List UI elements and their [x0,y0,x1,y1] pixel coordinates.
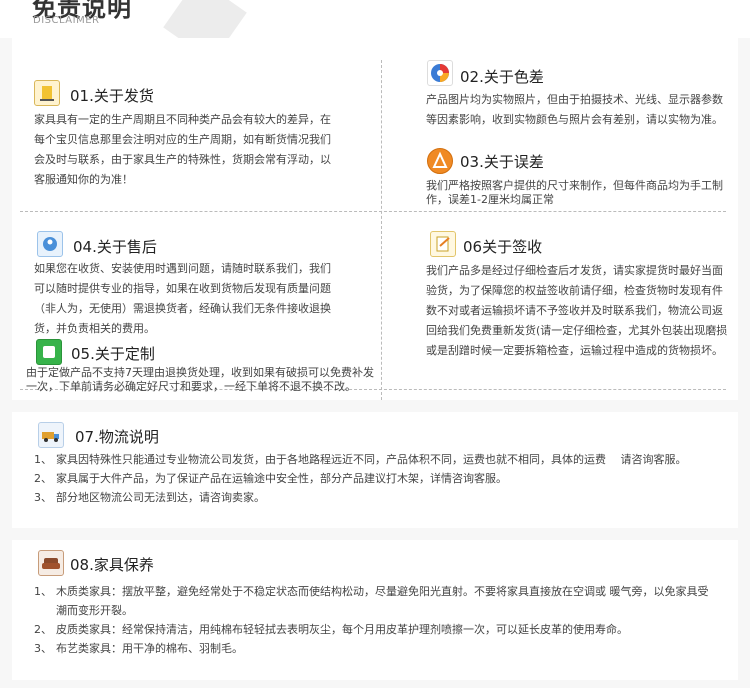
section-04-heading: 04.关于售后 [73,238,157,256]
list-item: 3、 部分地区物流公司无法到达，请咨询卖家。 [34,491,265,504]
section-02-heading: 02.关于色差 [460,68,544,86]
header: 免责说明 DISCLAIMER [0,0,750,62]
care-card: 08.家具保养 1、 木质类家具：摆放平整，避免经常处于不稳定状态而使结构松动，尽… [12,540,738,680]
section-01-heading: 01.关于发货 [70,87,154,105]
logistics-card: 07.物流说明 1、 家具因特殊性只能通过专业物流公司发货，由于各地路程远近不同，… [12,412,738,528]
logistics-list: 1、 家具因特殊性只能通过专业物流公司发货，由于各地路程远近不同，产品体积不同，运… [34,450,724,507]
disclaimer-panel: 01.关于发货 家具具有一定的生产周期且不同种类产品会有较大的差异，在每个宝贝信… [12,38,738,400]
color-wheel-icon [427,60,453,86]
section-03-text: 我们严格按照客户提供的尺寸来制作，但每件商品均为手工制作，误差1-2厘米均属正常 [426,179,723,206]
section-01-text: 家具具有一定的生产周期且不同种类产品会有较大的差异，在每个宝贝信息那里会注明对应… [34,113,331,186]
ruler-icon [427,148,453,174]
page-subtitle: DISCLAIMER [33,15,100,26]
section-02-text: 产品图片均为实物照片，但由于拍摄技术、光线、显示器参数等因素影响，收到实物颜色与… [426,93,723,126]
list-item: 3、 布艺类家具：用干净的棉布、羽制毛。 [34,642,243,655]
logistics-heading: 07.物流说明 [75,428,159,446]
care-heading: 08.家具保养 [70,556,154,574]
service-icon [37,231,63,257]
section-06-text: 我们产品多是经过仔细检查后才发货，请实家提货时最好当面验货，为了保障您的权益签收… [426,264,728,357]
sign-icon [430,231,456,257]
divider [20,211,726,212]
section-05-heading: 05.关于定制 [71,345,155,363]
section-05-text: 由于定做产品不支持7天理由退换货处理，收到如果有破损可以免费补发一次，下单前请务… [26,366,374,393]
section-04-text: 如果您在收货、安装使用时遇到问题，请随时联系我们，我们可以随时提供专业的指导，如… [34,262,331,335]
list-item: 2、 皮质类家具：经常保持清洁，用纯棉布轻轻拭去表明灰尘，每个月用皮革护理剂喷擦一… [34,623,628,636]
list-item: 2、 家具属于大件产品，为了保证产品在运输途中安全性，部分产品建议打木架，详情咨询… [34,472,507,485]
list-item: 1、 家具因特殊性只能通过专业物流公司发货，由于各地路程远近不同，产品体积不同，运… [34,453,687,466]
section-06-heading: 06关于签收 [463,238,543,256]
custom-icon [36,339,62,365]
section-03-heading: 03.关于误差 [460,153,544,171]
list-item: 1、 木质类家具：摆放平整，避免经常处于不稳定状态而使结构松动，尽量避免阳光直射。… [34,585,709,617]
shipping-icon [34,80,60,106]
sofa-icon [38,550,64,576]
care-list: 1、 木质类家具：摆放平整，避免经常处于不稳定状态而使结构松动，尽量避免阳光直射。… [34,582,714,658]
truck-icon [38,422,64,448]
divider [381,60,382,400]
